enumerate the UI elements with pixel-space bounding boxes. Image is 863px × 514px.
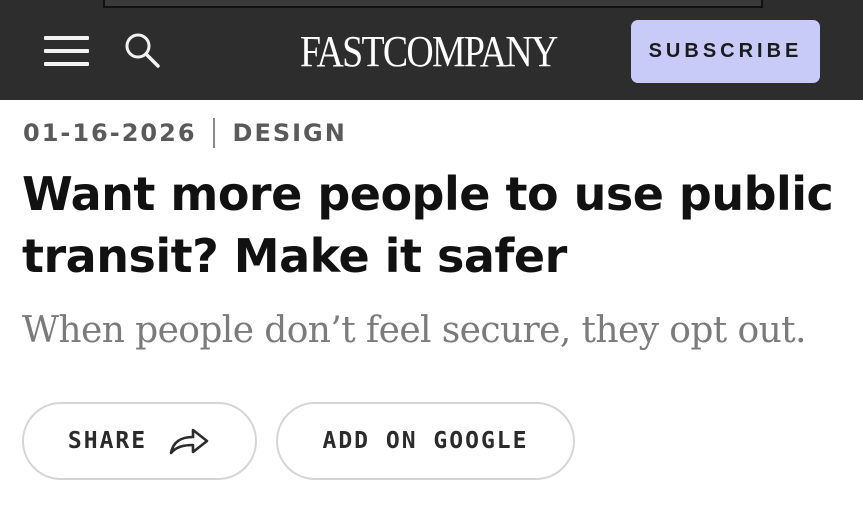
top-strip xyxy=(103,0,763,8)
subscribe-button[interactable]: SUBSCRIBE xyxy=(631,20,820,83)
article-headline: Want more people to use public transit? … xyxy=(22,167,834,283)
article-date: 01-16-2026 xyxy=(23,119,197,147)
article-category-link[interactable]: DESIGN xyxy=(233,119,347,147)
article-dek: When people don’t feel secure, they opt … xyxy=(22,310,806,351)
share-button[interactable]: SHARE xyxy=(22,402,257,480)
meta-divider xyxy=(212,118,215,148)
menu-icon[interactable] xyxy=(44,32,89,70)
search-icon[interactable] xyxy=(122,30,164,72)
add-on-google-button[interactable]: ADD ON GOOGLE xyxy=(276,402,575,480)
article-meta: 01-16-2026 DESIGN xyxy=(23,115,347,151)
share-arrow-icon xyxy=(167,426,211,456)
site-logo[interactable]: FASTCOMPANY xyxy=(300,26,558,78)
share-button-label: SHARE xyxy=(67,428,148,454)
add-on-google-label: ADD ON GOOGLE xyxy=(322,428,529,454)
site-header: FASTCOMPANY SUBSCRIBE xyxy=(0,0,863,100)
